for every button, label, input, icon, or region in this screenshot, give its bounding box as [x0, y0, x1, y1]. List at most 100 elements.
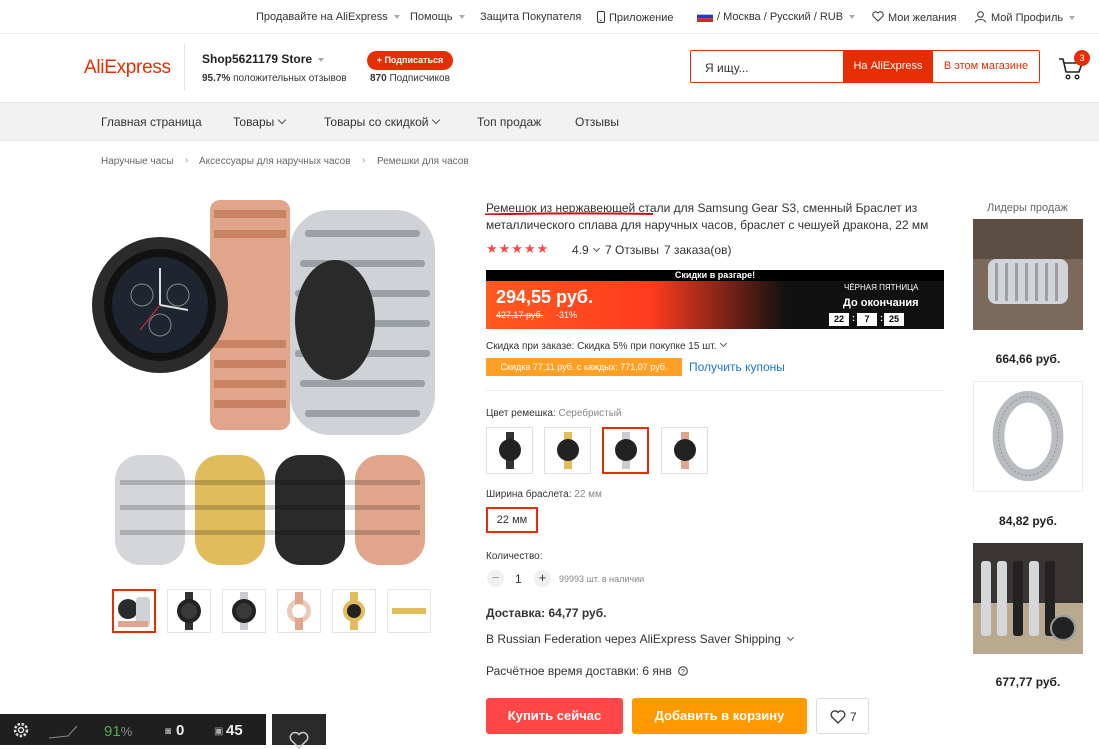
- rating-value[interactable]: 4.9: [572, 243, 600, 257]
- phone-icon: [597, 11, 605, 23]
- coupon-badge: Скидка 77,11 руб. с каждых: 771,07 руб.: [486, 358, 682, 376]
- color-option-silver[interactable]: [602, 427, 649, 474]
- timer-minutes: 7: [857, 313, 877, 326]
- svg-text:?: ?: [681, 669, 685, 676]
- breadcrumb-item[interactable]: Ремешки для часов: [377, 156, 469, 167]
- black-friday-label: ЧЁРНАЯ ПЯТНИЦА: [844, 283, 919, 292]
- bestseller-price: 677,77 руб.: [995, 675, 1061, 689]
- product-thumbnail[interactable]: [387, 589, 431, 633]
- subscribe-button[interactable]: + Подписаться: [367, 51, 453, 70]
- shipping-method[interactable]: В Russian Federation через AliExpress Sa…: [486, 632, 795, 646]
- subscribers-count: 870 Подписчиков: [370, 73, 450, 84]
- get-coupons-link[interactable]: Получить купоны: [689, 360, 785, 374]
- orders-count: 7 заказа(ов): [664, 243, 732, 257]
- size-option-22mm[interactable]: 22 мм: [486, 507, 538, 533]
- highlight-underline: [484, 212, 654, 215]
- store-feedback: 95.7% положительных отзывов: [202, 73, 347, 84]
- chevron-down-icon: [720, 339, 728, 348]
- quantity-label: Количество:: [486, 551, 543, 562]
- color-option-gold[interactable]: [544, 427, 591, 474]
- search-aliexpress-button[interactable]: На AliExpress: [843, 51, 933, 82]
- chevron-down-icon: [278, 115, 287, 125]
- order-discount[interactable]: Скидка при заказе: Скидка 5% при покупке…: [486, 339, 728, 352]
- countdown-label: До окончания: [843, 297, 919, 309]
- bestseller-image[interactable]: [973, 543, 1083, 654]
- profile-link[interactable]: Мой Профиль: [975, 11, 1076, 24]
- battery-percent: 91%: [104, 723, 133, 740]
- header-divider: [184, 44, 185, 90]
- quantity-decrease-button[interactable]: −: [487, 570, 504, 587]
- width-label: Ширина браслета: 22 мм: [486, 489, 602, 500]
- chevron-down-icon: [592, 244, 600, 253]
- product-thumbnail[interactable]: [112, 589, 156, 633]
- app-link[interactable]: Приложение: [597, 11, 674, 24]
- color-option-rose-gold[interactable]: [661, 427, 708, 474]
- gear-icon[interactable]: [11, 720, 31, 740]
- overlay-count-1: 0: [176, 722, 185, 739]
- wishlist-link[interactable]: Мои желания: [872, 11, 956, 24]
- nav-reviews[interactable]: Отзывы: [575, 115, 619, 129]
- sale-header: Скидки в разгаре!: [486, 270, 944, 281]
- cart-count-badge: 3: [1074, 50, 1090, 66]
- graph-icon: [48, 725, 78, 739]
- reviews-link[interactable]: 7 Отзывы: [605, 243, 659, 257]
- bestseller-image[interactable]: [973, 381, 1083, 492]
- bestseller-image[interactable]: [973, 219, 1083, 330]
- camera-icon: ◙: [165, 726, 172, 737]
- quantity-increase-button[interactable]: +: [534, 570, 551, 587]
- timer-colon: :: [880, 313, 883, 323]
- product-thumbnail[interactable]: [222, 589, 266, 633]
- wishlist-button[interactable]: 7: [816, 698, 869, 734]
- nav-products[interactable]: Товары: [233, 115, 287, 129]
- product-thumbnail[interactable]: [277, 589, 321, 633]
- breadcrumb-separator: ›: [362, 155, 366, 166]
- floating-wishlist-widget[interactable]: [272, 714, 326, 749]
- nav-discounts[interactable]: Товары со скидкой: [324, 115, 441, 129]
- timer-seconds: 25: [884, 313, 904, 326]
- quantity-value[interactable]: 1: [515, 572, 522, 586]
- color-label: Цвет ремешка: Серебристый: [486, 408, 622, 419]
- info-icon[interactable]: ?: [678, 666, 689, 676]
- add-to-cart-button[interactable]: Добавить в корзину: [632, 698, 807, 734]
- product-main-image[interactable]: [90, 190, 460, 580]
- old-price: 427,17 руб.: [496, 310, 544, 320]
- user-icon: [975, 11, 986, 23]
- chevron-down-icon: [786, 633, 795, 642]
- breadcrumb-separator: ›: [185, 155, 189, 166]
- overlay-icon: ▣: [214, 726, 224, 737]
- timer-colon: :: [852, 313, 855, 323]
- buy-now-button[interactable]: Купить сейчас: [486, 698, 623, 734]
- bestsellers-title: Лидеры продаж: [987, 202, 1068, 214]
- buyer-protection-link[interactable]: Защита Покупателя: [480, 11, 581, 23]
- heart-icon: [830, 710, 846, 724]
- store-name[interactable]: Shop5621179 Store: [202, 52, 325, 66]
- region-selector[interactable]: / Москва / Русский / RUB: [696, 10, 856, 23]
- aliexpress-logo[interactable]: AliExpress: [84, 57, 171, 79]
- top-bar: Продавайте на AliExpress Помощь Защита П…: [0, 0, 1099, 34]
- divider: [486, 390, 944, 391]
- chevron-down-icon: [432, 115, 441, 125]
- bestseller-price: 84,82 руб.: [999, 514, 1057, 528]
- color-option-black[interactable]: [486, 427, 533, 474]
- delivery-eta: Расчётное время доставки: 6 янв ?: [486, 664, 689, 678]
- bestseller-price: 664,66 руб.: [995, 352, 1061, 366]
- system-overlay: 91% ◙ 0 ▣ 45: [0, 714, 266, 745]
- search-input[interactable]: [691, 51, 857, 84]
- timer-hours: 22: [829, 313, 849, 326]
- wishlist-count: 7: [850, 710, 857, 724]
- help-link[interactable]: Помощь: [410, 11, 465, 23]
- search-store-button[interactable]: В этом магазине: [933, 51, 1039, 82]
- current-price: 294,55 руб.: [496, 287, 593, 307]
- product-title: Ремешок из нержавеющей стали для Samsung…: [486, 201, 929, 232]
- product-thumbnail[interactable]: [167, 589, 211, 633]
- sell-link[interactable]: Продавайте на AliExpress: [256, 11, 400, 23]
- discount-percent: -31%: [556, 310, 578, 320]
- breadcrumb-item[interactable]: Наручные часы: [101, 156, 173, 167]
- breadcrumb-item[interactable]: Аксессуары для наручных часов: [199, 156, 351, 167]
- product-thumbnail[interactable]: [332, 589, 376, 633]
- nav-home[interactable]: Главная страница: [101, 115, 202, 129]
- search-bar: На AliExpress В этом магазине: [690, 50, 1040, 84]
- overlay-count-2: 45: [226, 722, 243, 739]
- nav-top-sales[interactable]: Топ продаж: [477, 115, 541, 129]
- heart-icon: [872, 11, 884, 22]
